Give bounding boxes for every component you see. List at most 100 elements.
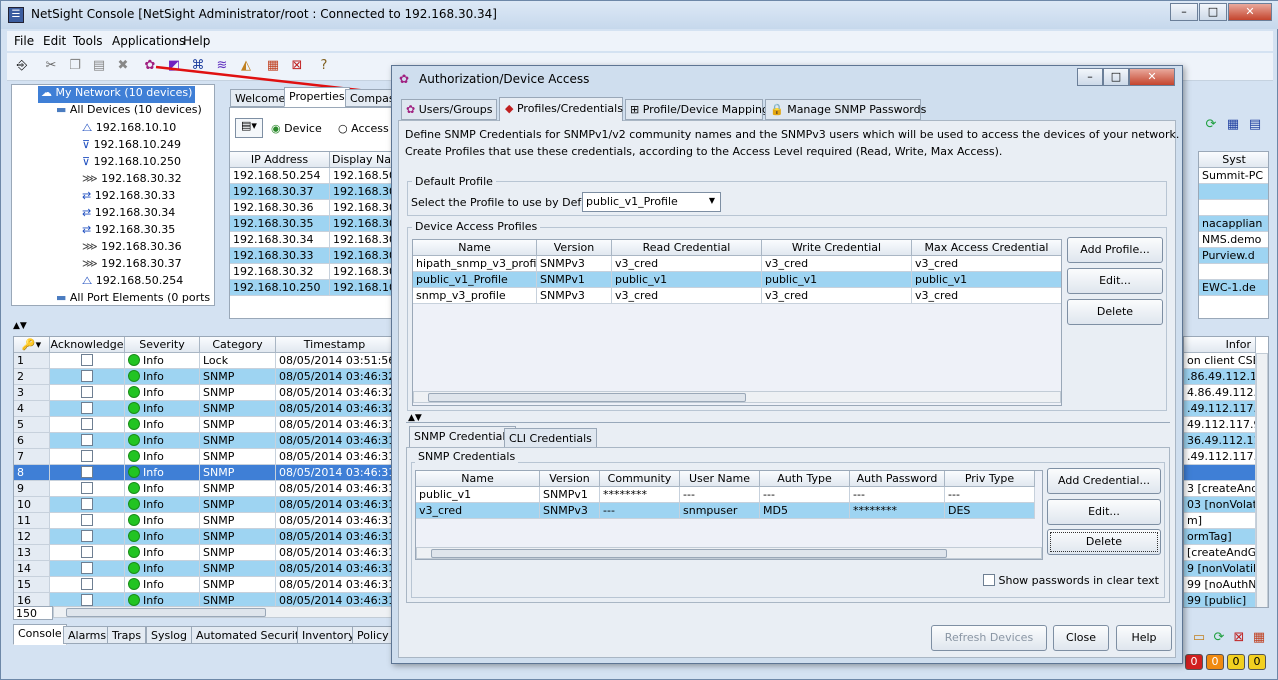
info-cell[interactable]: .49.112.117.9 bbox=[1184, 449, 1256, 465]
timestamp-cell[interactable]: 08/05/2014 03:46:32 下 bbox=[276, 369, 392, 385]
export-icon[interactable]: ▤ bbox=[1245, 115, 1265, 135]
tree-port-elements[interactable]: ▬ All Port Elements (0 ports bbox=[56, 291, 210, 308]
refresh-events-icon[interactable]: ⟳ bbox=[1209, 628, 1229, 648]
critical-alarm-badge[interactable]: 0 bbox=[1185, 654, 1203, 670]
table-cell[interactable]: 192.168.30.34 bbox=[230, 232, 330, 248]
tree-device[interactable]: ⊽ 192.168.10.249 bbox=[82, 138, 181, 155]
profile-cell[interactable]: SNMPv3 bbox=[537, 256, 612, 272]
column-header[interactable]: User Name bbox=[680, 471, 760, 487]
table-cell[interactable]: EWC-1.de bbox=[1199, 280, 1268, 296]
category-cell[interactable]: SNMP bbox=[200, 545, 276, 561]
acknowledge-checkbox[interactable] bbox=[81, 546, 93, 558]
info-cell[interactable]: on client CSE bbox=[1184, 353, 1256, 369]
credential-cell[interactable]: --- bbox=[600, 503, 680, 519]
acknowledge-checkbox[interactable] bbox=[81, 594, 93, 606]
clear-events-icon[interactable]: ⊠ bbox=[1229, 628, 1249, 648]
info-cell[interactable]: [createAndG bbox=[1184, 545, 1256, 561]
info-cell[interactable]: .49.112.117.9 bbox=[1184, 401, 1256, 417]
add-profile-button[interactable]: Add Profile... bbox=[1067, 237, 1163, 263]
credential-cell[interactable]: ******** bbox=[600, 487, 680, 503]
table-cell[interactable]: NMS.demo bbox=[1199, 232, 1268, 248]
menu-file[interactable]: File bbox=[14, 34, 34, 48]
tree-device[interactable]: ⋙ 192.168.30.32 bbox=[82, 172, 182, 189]
acknowledge-cell[interactable] bbox=[50, 417, 125, 433]
table-cell[interactable]: 192.168.30.3 bbox=[330, 200, 392, 216]
credential-cell[interactable]: SNMPv1 bbox=[540, 487, 600, 503]
timestamp-cell[interactable]: 08/05/2014 03:46:31 下 bbox=[276, 417, 392, 433]
profile-cell[interactable]: v3_cred bbox=[612, 256, 762, 272]
table-cell[interactable]: 192.168.30.32 bbox=[230, 264, 330, 280]
menu-applications[interactable]: Applications bbox=[112, 34, 185, 48]
credential-cell[interactable]: ******** bbox=[850, 503, 945, 519]
menu-edit[interactable]: Edit bbox=[43, 34, 66, 48]
settings-events-icon[interactable]: ▦ bbox=[1249, 628, 1269, 648]
category-cell[interactable]: SNMP bbox=[200, 385, 276, 401]
table-cell[interactable]: 192.168.30.3 bbox=[330, 216, 392, 232]
bottom-tab-console[interactable]: Console bbox=[13, 624, 67, 645]
column-header[interactable]: Category bbox=[200, 337, 276, 353]
table-cell[interactable]: 192.168.30.3 bbox=[330, 264, 392, 280]
category-cell[interactable]: SNMP bbox=[200, 417, 276, 433]
table-cell[interactable]: 192.168.30.33 bbox=[230, 248, 330, 264]
timestamp-cell[interactable]: 08/05/2014 03:46:31 下 bbox=[276, 481, 392, 497]
add-credential-button[interactable]: Add Credential... bbox=[1047, 468, 1161, 494]
table-icon[interactable]: ▦ bbox=[1223, 115, 1243, 135]
severity-cell[interactable]: Info bbox=[125, 513, 200, 529]
profiles-hscroll[interactable] bbox=[413, 391, 1061, 403]
table-cell[interactable]: 192.168.10.2 bbox=[330, 280, 392, 296]
profile-cell[interactable]: public_v1_Profile bbox=[413, 272, 537, 288]
timestamp-cell[interactable]: 08/05/2014 03:51:56 下 bbox=[276, 353, 392, 369]
table-cell[interactable]: Summit-PC bbox=[1199, 168, 1268, 184]
severity-cell[interactable]: Info bbox=[125, 353, 200, 369]
table-cell[interactable]: 192.168.50.2 bbox=[330, 168, 392, 184]
default-profile-select[interactable]: public_v1_Profile ▼ bbox=[582, 192, 721, 212]
warning-alarm-badge[interactable]: 0 bbox=[1227, 654, 1245, 670]
folder-open-icon[interactable]: ▭ bbox=[1189, 628, 1209, 648]
table-cell[interactable]: 192.168.30.3 bbox=[330, 248, 392, 264]
tree-device[interactable]: ⋙ 192.168.30.36 bbox=[82, 240, 182, 257]
column-header[interactable]: Write Credential bbox=[762, 240, 912, 256]
tab-manage-snmp-passwords[interactable]: 🔒 Manage SNMP Passwords bbox=[765, 99, 926, 120]
profile-cell[interactable]: v3_cred bbox=[912, 288, 1061, 304]
tree-root-my-network[interactable]: ☁ My Network (10 devices) bbox=[38, 86, 196, 103]
profile-cell[interactable]: snmp_v3_profile bbox=[413, 288, 537, 304]
splitter-arrows-icon[interactable]: ▲▼ bbox=[13, 321, 27, 331]
column-header[interactable]: Infor bbox=[1184, 337, 1256, 353]
profile-cell[interactable]: public_v1 bbox=[762, 272, 912, 288]
error-alarm-badge[interactable]: 0 bbox=[1206, 654, 1224, 670]
credential-cell[interactable]: --- bbox=[680, 487, 760, 503]
tree-device[interactable]: ⇄ 192.168.30.34 bbox=[82, 206, 175, 223]
bottom-tab-inventory[interactable]: Inventory bbox=[297, 626, 360, 644]
info-cell[interactable]: 99 [public] bbox=[1184, 593, 1256, 607]
timestamp-cell[interactable]: 08/05/2014 03:46:31 下 bbox=[276, 449, 392, 465]
category-cell[interactable]: SNMP bbox=[200, 561, 276, 577]
minimize-button[interactable]: – bbox=[1170, 3, 1198, 21]
exit-icon[interactable]: ⎆ bbox=[12, 56, 32, 76]
bottom-tab-syslog[interactable]: Syslog bbox=[146, 626, 192, 644]
menu-help[interactable]: Help bbox=[183, 34, 210, 48]
severity-cell[interactable]: Info bbox=[125, 465, 200, 481]
table-cell[interactable]: 192.168.30.36 bbox=[230, 200, 330, 216]
acknowledge-checkbox[interactable] bbox=[81, 578, 93, 590]
help-button[interactable]: Help bbox=[1116, 625, 1172, 651]
close-button[interactable]: Close bbox=[1053, 625, 1109, 651]
profile-cell[interactable]: v3_cred bbox=[762, 288, 912, 304]
acknowledge-checkbox[interactable] bbox=[81, 386, 93, 398]
column-header[interactable]: Max Access Credential bbox=[912, 240, 1061, 256]
info-cell[interactable]: ormTag] bbox=[1184, 529, 1256, 545]
info-cell[interactable] bbox=[1184, 465, 1256, 481]
category-cell[interactable]: SNMP bbox=[200, 465, 276, 481]
credential-cell[interactable]: MD5 bbox=[760, 503, 850, 519]
profile-cell[interactable]: v3_cred bbox=[762, 256, 912, 272]
maximize-button[interactable]: □ bbox=[1199, 3, 1227, 21]
events-vscroll[interactable] bbox=[1256, 353, 1268, 607]
column-header[interactable]: Version bbox=[540, 471, 600, 487]
severity-cell[interactable]: Info bbox=[125, 449, 200, 465]
view-dropdown[interactable]: ▤▾ bbox=[235, 118, 263, 138]
info-cell[interactable]: 03 [nonVolatile bbox=[1184, 497, 1256, 513]
acknowledge-checkbox[interactable] bbox=[81, 402, 93, 414]
acknowledge-checkbox[interactable] bbox=[81, 434, 93, 446]
credential-cell[interactable]: v3_cred bbox=[416, 503, 540, 519]
acknowledge-cell[interactable] bbox=[50, 369, 125, 385]
table-cell[interactable]: Purview.d bbox=[1199, 248, 1268, 264]
